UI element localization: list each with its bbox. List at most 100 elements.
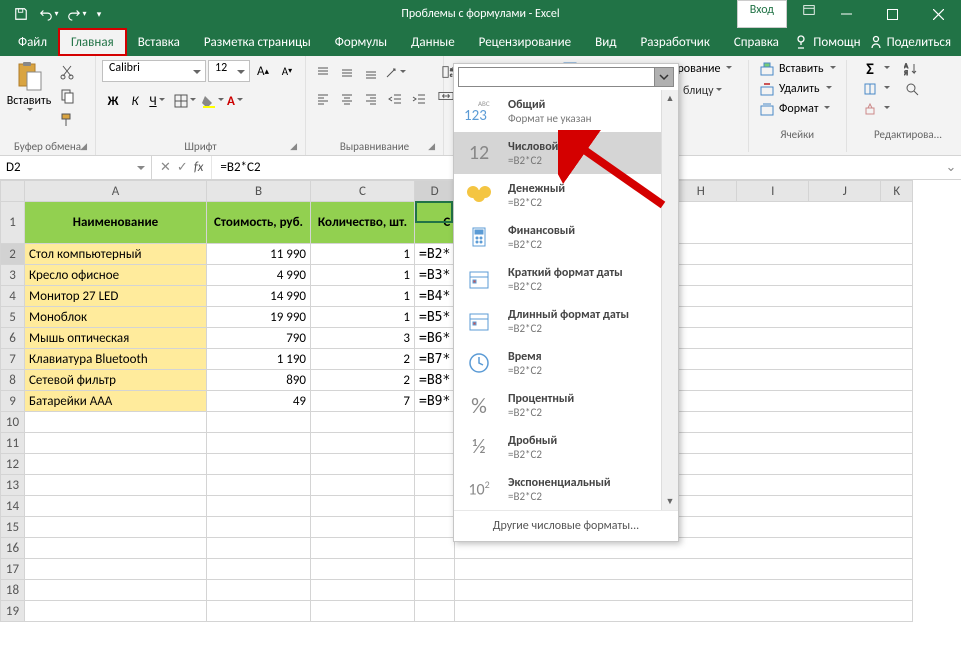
cell[interactable]: 2 — [311, 370, 415, 391]
bold-button[interactable]: Ж — [102, 90, 124, 112]
cell[interactable]: 11 990 — [207, 244, 311, 265]
copy-icon[interactable] — [56, 86, 78, 106]
cells-insert-button[interactable]: Вставить — [757, 60, 838, 78]
cell[interactable]: Стол компьютерный — [25, 244, 207, 265]
find-select-icon[interactable] — [904, 81, 920, 97]
cell[interactable]: 14 990 — [207, 286, 311, 307]
orientation-icon[interactable] — [384, 62, 406, 84]
align-middle-icon[interactable] — [336, 62, 358, 84]
cell[interactable]: 19 990 — [207, 307, 311, 328]
number-format-dropdown-button[interactable] — [654, 67, 674, 87]
tab-file[interactable]: Файл — [6, 29, 59, 55]
tab-pagelayout[interactable]: Разметка страницы — [192, 29, 323, 55]
row-header[interactable]: 12 — [1, 454, 25, 475]
row-header[interactable]: 8 — [1, 370, 25, 391]
cell[interactable]: Батарейки AAA — [25, 391, 207, 412]
tab-help[interactable]: Справка — [722, 29, 791, 55]
col-header[interactable]: A — [25, 181, 207, 202]
cell[interactable]: Кресло офисное — [25, 265, 207, 286]
increase-font-icon[interactable]: A▴ — [252, 60, 274, 82]
cell[interactable]: 1 190 — [207, 349, 311, 370]
login-button[interactable]: Вход — [737, 0, 787, 28]
scroll-up-icon[interactable]: ▲ — [662, 90, 678, 107]
tab-home[interactable]: Главная — [59, 29, 126, 55]
cell[interactable]: 1 — [311, 244, 415, 265]
fill-color-icon[interactable] — [202, 90, 224, 112]
col-header[interactable]: K — [881, 181, 913, 202]
border-icon[interactable] — [174, 90, 196, 112]
row-header[interactable]: 4 — [1, 286, 25, 307]
expand-formula-bar-icon[interactable]: ⌄ — [941, 160, 961, 175]
cell[interactable]: Количество, шт. — [311, 202, 415, 244]
nf-percent[interactable]: % Процентный=B2*C2 — [454, 384, 678, 426]
cell[interactable]: 2 — [311, 349, 415, 370]
decrease-font-icon[interactable]: A▾ — [276, 60, 298, 82]
tab-developer[interactable]: Разработчик — [628, 29, 721, 55]
cell[interactable]: 1 — [311, 286, 415, 307]
row-header[interactable]: 14 — [1, 496, 25, 517]
row-header[interactable]: 3 — [1, 265, 25, 286]
cell[interactable]: Моноблок — [25, 307, 207, 328]
align-bottom-icon[interactable] — [360, 62, 382, 84]
cell[interactable]: Наименование — [25, 202, 207, 244]
align-right-icon[interactable] — [360, 88, 382, 110]
underline-button[interactable]: Ч — [146, 90, 168, 112]
fill-icon[interactable] — [860, 80, 956, 98]
name-box[interactable] — [0, 156, 152, 179]
nf-long-date[interactable]: Длинный формат даты=B2*C2 — [454, 300, 678, 342]
row-header[interactable]: 13 — [1, 475, 25, 496]
cell[interactable]: =B8* — [415, 370, 455, 391]
row-header[interactable]: 6 — [1, 328, 25, 349]
row-header[interactable]: 15 — [1, 517, 25, 538]
cell[interactable]: =B7* — [415, 349, 455, 370]
col-header[interactable]: I — [737, 181, 809, 202]
cell[interactable]: =B4* — [415, 286, 455, 307]
format-painter-icon[interactable] — [56, 110, 78, 130]
font-dialog-launcher[interactable]: ◢ — [290, 141, 297, 152]
nf-short-date[interactable]: Краткий формат даты=B2*C2 — [454, 258, 678, 300]
save-icon[interactable] — [8, 2, 34, 26]
cells-format-button[interactable]: Формат — [757, 100, 838, 118]
tab-insert[interactable]: Вставка — [126, 29, 192, 55]
clipboard-dialog-launcher[interactable]: ◢ — [80, 141, 87, 152]
cell[interactable]: Сетевой фильтр — [25, 370, 207, 391]
col-header[interactable]: B — [207, 181, 311, 202]
cells-delete-button[interactable]: Удалить — [757, 80, 838, 98]
tab-review[interactable]: Рецензирование — [467, 29, 583, 55]
cell[interactable]: Монитор 27 LED — [25, 286, 207, 307]
col-header[interactable]: D — [415, 181, 455, 202]
row-header[interactable]: 18 — [1, 580, 25, 601]
cell[interactable]: =B2* — [415, 244, 455, 265]
col-header[interactable]: J — [809, 181, 881, 202]
cell[interactable]: =B5* — [415, 307, 455, 328]
number-format-combo[interactable] — [458, 67, 655, 87]
cell[interactable]: 4 990 — [207, 265, 311, 286]
cell[interactable]: =B9* — [415, 391, 455, 412]
tell-me[interactable]: Помощн — [795, 35, 860, 50]
cell[interactable]: Мышь оптическая — [25, 328, 207, 349]
sort-filter-icon[interactable]: AЯ — [904, 61, 920, 77]
row-header[interactable]: 9 — [1, 391, 25, 412]
align-left-icon[interactable] — [312, 88, 334, 110]
cell[interactable]: 7 — [311, 391, 415, 412]
close-button[interactable] — [915, 0, 961, 28]
cell[interactable]: Стоимость, руб. — [207, 202, 311, 244]
autosum-icon[interactable]: Σ AЯ — [860, 60, 956, 78]
tab-formulas[interactable]: Формулы — [323, 29, 399, 55]
align-center-icon[interactable] — [336, 88, 358, 110]
redo-icon[interactable]: ▾ — [64, 2, 90, 26]
undo-icon[interactable]: ▾ — [36, 2, 62, 26]
scroll-down-icon[interactable]: ▼ — [662, 493, 678, 510]
cell[interactable]: Клавиатура Bluetooth — [25, 349, 207, 370]
row-header[interactable]: 2 — [1, 244, 25, 265]
name-box-input[interactable] — [6, 160, 145, 175]
row-header[interactable]: 10 — [1, 412, 25, 433]
insert-function-icon[interactable]: fx — [194, 160, 204, 175]
nf-accounting[interactable]: Финансовый=B2*C2 — [454, 216, 678, 258]
cell[interactable]: 1 — [311, 265, 415, 286]
cell[interactable]: 890 — [207, 370, 311, 391]
cell[interactable]: С — [415, 202, 455, 244]
row-header[interactable]: 5 — [1, 307, 25, 328]
row-header[interactable]: 19 — [1, 601, 25, 622]
qat-customize-icon[interactable]: ▾ — [92, 2, 106, 26]
